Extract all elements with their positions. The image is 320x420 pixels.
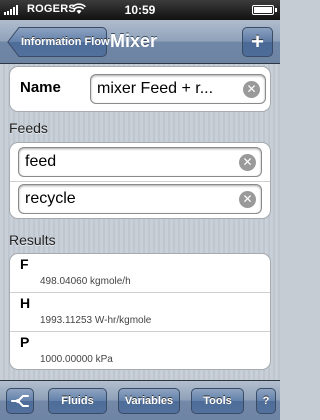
result-symbol: F <box>20 256 29 272</box>
help-button[interactable]: ? <box>256 388 276 414</box>
status-bar: ROGERS 10:59 <box>0 0 280 20</box>
name-field[interactable]: mixer Feed + r... ✕ <box>90 74 266 104</box>
result-row-enthalpy[interactable]: H 1993.11253 W-hr/kgmole <box>10 293 270 332</box>
navigation-bar: Information Flow Mixer + <box>0 20 280 64</box>
clock: 10:59 <box>124 3 156 17</box>
name-group: Name mixer Feed + r... ✕ <box>9 66 271 112</box>
feed-field[interactable]: feed ✕ <box>18 147 262 177</box>
back-button[interactable]: Information Flow <box>7 27 110 57</box>
clear-icon[interactable]: ✕ <box>239 154 256 171</box>
battery-icon <box>252 5 277 15</box>
page-title: Mixer <box>110 31 158 51</box>
name-field-value: mixer Feed + r... <box>97 80 214 97</box>
result-row-flow[interactable]: F 498.04060 kgmole/h <box>10 254 270 293</box>
result-row-pressure[interactable]: P 1000.00000 kPa <box>10 332 270 369</box>
feeds-group: feed ✕ recycle ✕ <box>9 142 271 219</box>
variables-button[interactable]: Variables <box>118 388 180 414</box>
result-symbol: H <box>20 295 31 311</box>
screen: ROGERS 10:59 Information Flow Mixer + Na… <box>0 0 280 420</box>
tools-button[interactable]: Tools <box>191 388 244 414</box>
clear-icon[interactable]: ✕ <box>243 81 260 98</box>
fluids-button[interactable]: Fluids <box>48 388 107 414</box>
back-button-label: Information Flow <box>21 36 110 48</box>
result-value: 1993.11253 W-hr/kgmole <box>40 315 152 326</box>
bottom-toolbar: Fluids Variables Tools ? <box>0 380 280 420</box>
result-symbol: P <box>20 334 30 350</box>
results-section-label: Results <box>9 232 56 248</box>
recycle-field[interactable]: recycle ✕ <box>18 184 262 214</box>
divider <box>10 181 270 182</box>
clear-icon[interactable]: ✕ <box>239 191 256 208</box>
recycle-field-value: recycle <box>25 190 76 207</box>
feed-field-value: feed <box>25 153 57 170</box>
result-value: 498.04060 kgmole/h <box>40 276 131 287</box>
connection-icon <box>11 395 29 407</box>
result-value: 1000.00000 kPa <box>40 354 113 365</box>
results-group: F 498.04060 kgmole/h H 1993.11253 W-hr/k… <box>9 253 271 370</box>
add-button[interactable]: + <box>242 27 273 57</box>
feeds-section-label: Feeds <box>9 120 48 136</box>
connection-button[interactable] <box>6 388 34 414</box>
name-label: Name <box>20 79 61 96</box>
